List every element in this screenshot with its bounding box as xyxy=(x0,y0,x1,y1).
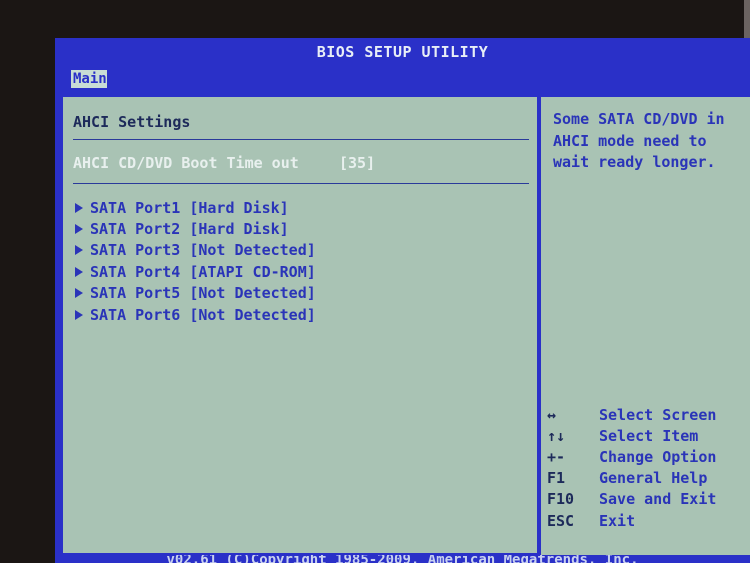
submenu-arrow-icon xyxy=(75,288,83,299)
key-action: Save and Exit xyxy=(599,490,717,509)
settings-panel: AHCI Settings AHCI CD/DVD Boot Time out … xyxy=(61,95,539,555)
menu-bar: Main xyxy=(55,68,750,90)
footer: v02.61 (C)Copyright 1985-2009, American … xyxy=(55,555,750,563)
section-title: AHCI Settings xyxy=(73,113,191,131)
help-line: wait ready longer. xyxy=(553,153,716,171)
sata-port-label: SATA Port5 [Not Detected] xyxy=(90,284,316,303)
copyright-text: v02.61 (C)Copyright 1985-2009, American … xyxy=(166,555,639,563)
key-legend-row: ESC Exit xyxy=(547,510,747,531)
left-right-arrow-icon: ↔ xyxy=(547,405,557,424)
submenu-arrow-icon xyxy=(75,245,83,256)
key-esc: ESC xyxy=(547,511,575,530)
key-f1: F1 xyxy=(547,469,566,488)
bios-screen: BIOS SETUP UTILITY Main AHCI Settings AH… xyxy=(55,38,750,563)
sata-port-item[interactable]: SATA Port1 [Hard Disk] xyxy=(75,197,375,218)
sata-port-label: SATA Port6 [Not Detected] xyxy=(90,305,316,324)
key-legend-row: +- Change Option xyxy=(547,446,747,467)
key-f10: F10 xyxy=(547,490,575,509)
sata-port-label: SATA Port4 [ATAPI CD-ROM] xyxy=(90,262,316,281)
submenu-arrow-icon xyxy=(75,202,83,213)
key-legend-row: ↑↓ Select Item xyxy=(547,425,747,446)
help-line: AHCI mode need to xyxy=(553,131,707,150)
submenu-arrow-icon xyxy=(75,224,83,235)
key-action: Exit xyxy=(599,511,636,530)
setting-boot-timeout-value[interactable]: [35] xyxy=(339,154,375,172)
key-action: Change Option xyxy=(599,447,717,466)
sata-port-item[interactable]: SATA Port6 [Not Detected] xyxy=(75,304,375,325)
setting-boot-timeout-label[interactable]: AHCI CD/DVD Boot Time out xyxy=(73,154,473,174)
sata-port-item[interactable]: SATA Port2 [Hard Disk] xyxy=(75,218,375,239)
key-legend-row: F1 General Help xyxy=(547,468,747,489)
key-legend-row: F10 Save and Exit xyxy=(547,489,747,510)
divider xyxy=(73,139,529,140)
help-text: Some SATA CD/DVD in AHCI mode need to wa… xyxy=(553,109,743,174)
plus-minus-icon: +- xyxy=(547,447,566,466)
key-action: Select Screen xyxy=(599,405,717,424)
sata-port-label: SATA Port2 [Hard Disk] xyxy=(90,220,289,239)
submenu-arrow-icon xyxy=(75,309,83,320)
sata-port-item[interactable]: SATA Port5 [Not Detected] xyxy=(75,283,375,304)
sata-port-item[interactable]: SATA Port3 [Not Detected] xyxy=(75,240,375,261)
up-down-arrow-icon: ↑↓ xyxy=(547,426,566,445)
divider xyxy=(73,183,529,184)
bios-title: BIOS SETUP UTILITY xyxy=(316,43,489,61)
sata-port-item[interactable]: SATA Port4 [ATAPI CD-ROM] xyxy=(75,261,375,282)
key-action: Select Item xyxy=(599,426,699,445)
sata-port-label: SATA Port1 [Hard Disk] xyxy=(90,198,289,217)
key-legend-row: ↔ Select Screen xyxy=(547,404,747,425)
key-legend: ↔ Select Screen ↑↓ Select Item +- Change Op… xyxy=(547,404,747,531)
key-action: General Help xyxy=(599,469,708,488)
submenu-arrow-icon xyxy=(75,266,83,277)
help-line: Some SATA CD/DVD in xyxy=(553,110,725,128)
tab-main[interactable]: Main xyxy=(71,70,107,88)
sata-port-list: SATA Port1 [Hard Disk] SATA Port2 [Hard … xyxy=(75,197,375,325)
sata-port-label: SATA Port3 [Not Detected] xyxy=(90,241,316,260)
help-panel: Some SATA CD/DVD in AHCI mode need to wa… xyxy=(541,95,750,555)
